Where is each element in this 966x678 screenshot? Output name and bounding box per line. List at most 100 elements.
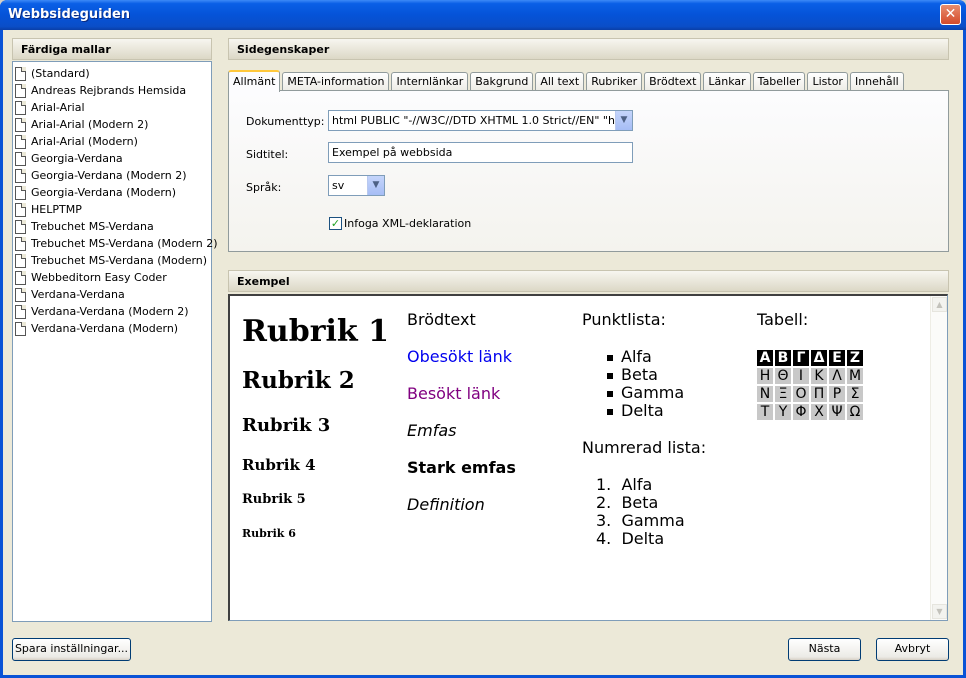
table-cell: Κ	[811, 368, 827, 384]
table-cell: Ν	[757, 386, 773, 402]
page-title-value: Exempel på webbsida	[332, 146, 453, 159]
document-icon	[15, 304, 26, 319]
table-cell: Η	[757, 368, 773, 384]
template-item[interactable]: Verdana-Verdana	[15, 286, 209, 303]
document-icon	[15, 168, 26, 183]
template-item[interactable]: Trebuchet MS-Verdana	[15, 218, 209, 235]
save-settings-button[interactable]: Spara inställningar...	[12, 638, 131, 661]
table-cell: Ω	[847, 404, 863, 420]
template-item[interactable]: Andreas Rejbrands Hemsida	[15, 82, 209, 99]
tab-10[interactable]: Innehåll	[849, 72, 904, 91]
window-title: Webbsideguiden	[8, 7, 131, 22]
heading-2: Rubrik 2	[242, 367, 355, 394]
close-button[interactable]: ✕	[940, 4, 961, 25]
doctype-label: Dokumenttyp:	[246, 115, 325, 128]
tab-7[interactable]: Länkar	[703, 72, 751, 91]
table-cell: Λ	[829, 368, 845, 384]
tab-5[interactable]: Rubriker	[586, 72, 643, 91]
table-row: ΑΒΓΔΕΖ	[757, 350, 865, 366]
template-label: Verdana-Verdana (Modern)	[31, 322, 179, 335]
template-label: HELPTMP	[31, 203, 82, 216]
example-preview: Rubrik 1 Rubrik 2 Rubrik 3 Rubrik 4 Rubr…	[228, 294, 948, 621]
template-label: Trebuchet MS-Verdana (Modern 2)	[31, 237, 218, 250]
table-row: ΗΘΙΚΛΜ	[757, 368, 865, 384]
language-select[interactable]: sv ▼	[328, 175, 385, 196]
table-header-cell: Ζ	[847, 350, 863, 366]
tab-9[interactable]: Listor	[807, 72, 848, 91]
template-item[interactable]: Verdana-Verdana (Modern 2)	[15, 303, 209, 320]
table-cell: Χ	[811, 404, 827, 420]
tab-6[interactable]: Brödtext	[644, 72, 702, 91]
numbered-list-item: 2. Beta	[596, 493, 659, 512]
next-button[interactable]: Nästa	[788, 638, 861, 661]
definition-sample: Definition	[407, 495, 485, 514]
template-item[interactable]: Arial-Arial	[15, 99, 209, 116]
bullet-item-text: Gamma	[621, 383, 685, 402]
template-label: Verdana-Verdana	[31, 288, 125, 301]
tab-0[interactable]: Allmänt	[228, 70, 281, 92]
template-item[interactable]: Arial-Arial (Modern 2)	[15, 116, 209, 133]
tab-8[interactable]: Tabeller	[752, 72, 806, 91]
template-label: Andreas Rejbrands Hemsida	[31, 84, 187, 97]
tab-general-content: Dokumenttyp: html PUBLIC "-//W3C//DTD XH…	[228, 90, 949, 252]
strong-sample: Stark emfas	[407, 458, 516, 477]
table-cell: Σ	[847, 386, 863, 402]
bullet-item-text: Alfa	[621, 347, 652, 366]
heading-5: Rubrik 5	[242, 492, 306, 507]
tab-2[interactable]: Internlänkar	[391, 72, 469, 91]
table-cell: Φ	[793, 404, 809, 420]
language-label: Språk:	[246, 181, 282, 194]
body-text-sample: Brödtext	[407, 310, 476, 329]
table-cell: Ο	[793, 386, 809, 402]
page-title-input[interactable]: Exempel på webbsida	[328, 142, 633, 163]
numbered-list-item: 1. Alfa	[596, 475, 653, 494]
unvisited-link-sample[interactable]: Obesökt länk	[407, 347, 512, 366]
doctype-select[interactable]: html PUBLIC "-//W3C//DTD XHTML 1.0 Stric…	[328, 110, 633, 131]
bullet-list-item: Delta	[607, 401, 664, 420]
table-cell: Π	[811, 386, 827, 402]
table-title: Tabell:	[757, 310, 809, 329]
document-icon	[15, 270, 26, 285]
template-item[interactable]: (Standard)	[15, 65, 209, 82]
template-item[interactable]: Verdana-Verdana (Modern)	[15, 320, 209, 337]
template-label: Verdana-Verdana (Modern 2)	[31, 305, 189, 318]
visited-link-sample[interactable]: Besökt länk	[407, 384, 500, 403]
chevron-down-icon[interactable]: ▼	[615, 111, 632, 130]
tab-3[interactable]: Bakgrund	[470, 72, 534, 91]
document-icon	[15, 287, 26, 302]
tab-4[interactable]: All text	[535, 72, 585, 91]
template-label: Georgia-Verdana (Modern 2)	[31, 169, 187, 182]
numbered-list-item: 4. Delta	[596, 529, 665, 548]
tab-1[interactable]: META-information	[282, 72, 390, 91]
document-icon	[15, 117, 26, 132]
template-item[interactable]: Trebuchet MS-Verdana (Modern)	[15, 252, 209, 269]
templates-list[interactable]: (Standard) Andreas Rejbrands Hemsida Arial…	[12, 61, 218, 622]
template-item[interactable]: Webbeditorn Easy Coder	[15, 269, 209, 286]
template-item[interactable]: Georgia-Verdana (Modern)	[15, 184, 209, 201]
templates-header: Färdiga mallar	[12, 38, 212, 60]
emphasis-sample: Emfas	[407, 421, 457, 440]
title-bar[interactable]: Webbsideguiden ✕	[0, 0, 966, 30]
template-item[interactable]: Georgia-Verdana (Modern 2)	[15, 167, 209, 184]
cancel-button[interactable]: Avbryt	[876, 638, 949, 661]
vertical-scrollbar[interactable]: ▲ ▼	[930, 296, 947, 620]
xml-declaration-label: Infoga XML-deklaration	[344, 217, 472, 230]
template-item[interactable]: HELPTMP	[15, 201, 209, 218]
table-header-cell: Β	[775, 350, 791, 366]
template-item[interactable]: Arial-Arial (Modern)	[15, 133, 209, 150]
scroll-down-icon[interactable]: ▼	[932, 604, 947, 619]
heading-6: Rubrik 6	[242, 527, 296, 540]
table-row: ΤΥΦΧΨΩ	[757, 404, 865, 420]
scroll-up-icon[interactable]: ▲	[932, 297, 947, 312]
chevron-down-icon[interactable]: ▼	[367, 176, 384, 195]
document-icon	[15, 253, 26, 268]
xml-declaration-checkbox[interactable]: ✓	[329, 217, 342, 230]
bullet-icon	[607, 408, 613, 415]
bullet-item-text: Delta	[621, 401, 664, 420]
heading-4: Rubrik 4	[242, 456, 316, 474]
template-label: Trebuchet MS-Verdana	[31, 220, 154, 233]
template-item[interactable]: Georgia-Verdana	[15, 150, 209, 167]
template-item[interactable]: Trebuchet MS-Verdana (Modern 2)	[15, 235, 218, 252]
document-icon	[15, 219, 26, 234]
document-icon	[15, 321, 26, 336]
